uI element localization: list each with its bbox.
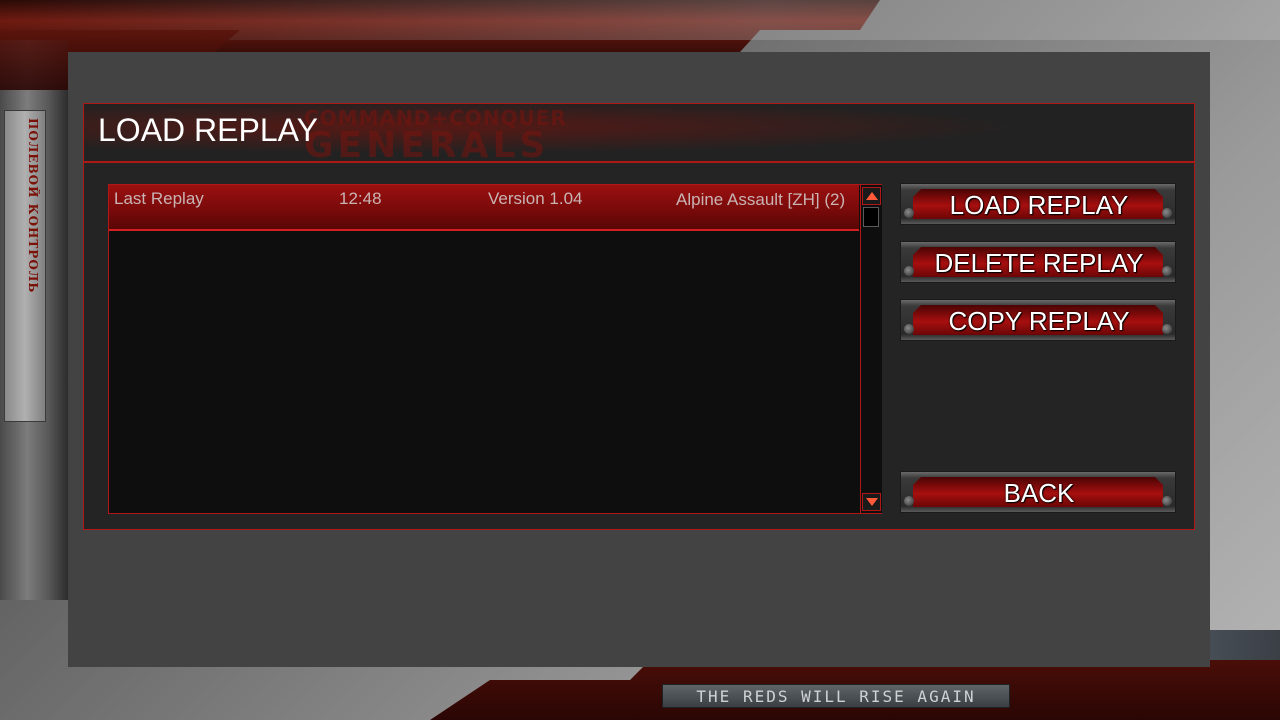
copy-replay-label: COPY REPLAY: [948, 306, 1130, 336]
delete-replay-button[interactable]: DELETE REPLAY: [900, 241, 1176, 283]
scroll-down-button[interactable]: [862, 493, 881, 511]
frame-left-text: ПОЛЕВОЙ КОНТРОЛЬ: [26, 118, 40, 294]
load-replay-dialog: COMMAND+CONQUER GENERALS LOAD REPLAY Las…: [83, 103, 1195, 530]
dialog-title: LOAD REPLAY: [98, 112, 318, 148]
dialog-title-bar: COMMAND+CONQUER GENERALS LOAD REPLAY: [84, 104, 1194, 166]
scroll-thumb[interactable]: [863, 207, 879, 227]
replay-name: Last Replay: [114, 189, 204, 208]
load-replay-button[interactable]: LOAD REPLAY: [900, 183, 1176, 225]
replay-time: 12:48: [339, 189, 382, 208]
slogan-plate: THE REDS WILL RISE AGAIN: [662, 684, 1010, 708]
game-logo-watermark: COMMAND+CONQUER GENERALS: [304, 106, 567, 166]
replay-map: Alpine Assault [ZH] (2): [676, 190, 846, 209]
replay-version: Version 1.04: [488, 189, 583, 208]
load-replay-label: LOAD REPLAY: [949, 190, 1129, 220]
back-label: BACK: [1003, 478, 1075, 508]
triangle-down-icon: [866, 498, 878, 506]
copy-replay-button[interactable]: COPY REPLAY: [900, 299, 1176, 341]
scroll-up-button[interactable]: [862, 187, 881, 205]
list-scrollbar[interactable]: [860, 185, 882, 513]
triangle-up-icon: [866, 192, 878, 200]
replay-list-row[interactable]: Last Replay 12:48 Version 1.04 Alpine As…: [109, 185, 859, 231]
back-button[interactable]: BACK: [900, 471, 1176, 513]
delete-replay-label: DELETE REPLAY: [934, 248, 1144, 278]
replay-list[interactable]: Last Replay 12:48 Version 1.04 Alpine As…: [108, 184, 882, 514]
